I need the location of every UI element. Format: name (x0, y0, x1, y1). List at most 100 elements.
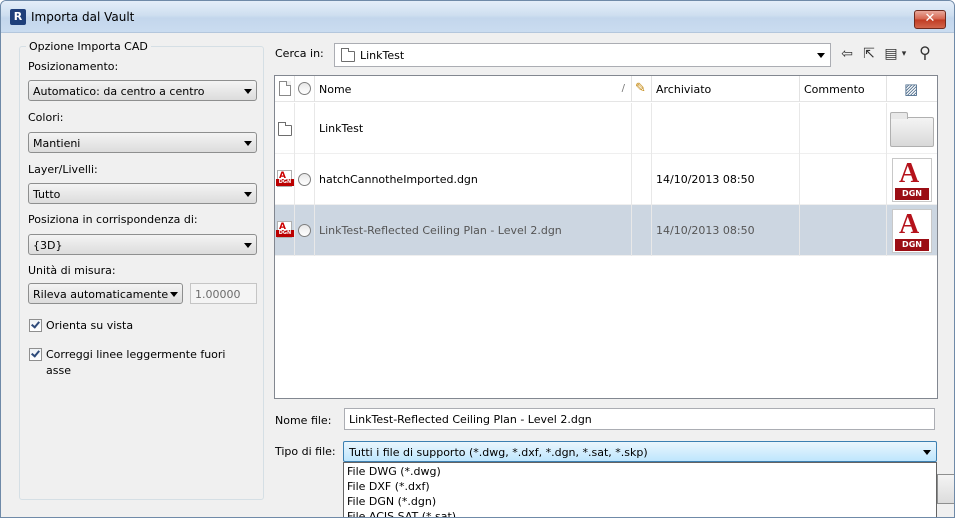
table-row[interactable]: LinkTest (275, 103, 937, 154)
layers-value: Tutto (33, 188, 61, 201)
header-comment[interactable]: Commento (800, 76, 887, 102)
check-icon (31, 319, 40, 329)
look-in-value: LinkTest (360, 49, 405, 62)
folder-icon (278, 122, 292, 136)
binoculars-icon[interactable]: ⚲ (917, 45, 933, 61)
status-circle-icon (298, 173, 311, 186)
file-type-option-dgn[interactable]: File DGN (*.dgn) (347, 494, 436, 509)
window-title: Importa dal Vault (31, 10, 135, 24)
row-archived-cell (652, 103, 800, 154)
views-dropdown-icon[interactable]: ▾ (899, 46, 909, 62)
cad-import-options-group: Opzione Importa CAD Posizionamento: Auto… (19, 40, 264, 500)
colors-label: Colori: (28, 111, 64, 124)
title-bar[interactable]: R Importa dal Vault ✕ (1, 1, 954, 33)
units-label: Unità di misura: (28, 264, 116, 277)
colors-select[interactable]: Mantieni (28, 132, 257, 153)
layers-select[interactable]: Tutto (28, 183, 257, 204)
row-edit-cell (632, 103, 652, 154)
row-name-cell: hatchCannotheImported.dgn (315, 154, 632, 205)
correct-lines-label-cont: asse (46, 364, 71, 377)
details-view-icon[interactable]: ▤ (883, 46, 899, 62)
place-at-select[interactable]: {3D} (28, 234, 257, 255)
header-name-label: Nome (319, 83, 352, 96)
file-name-input[interactable]: LinkTest-Reflected Ceiling Plan - Level … (344, 408, 935, 430)
look-in-select[interactable]: LinkTest (334, 43, 831, 67)
file-name-value: LinkTest-Reflected Ceiling Plan - Level … (349, 413, 592, 426)
file-type-option-dwg[interactable]: File DWG (*.dwg) (347, 464, 441, 479)
row-icon-cell: A DGN (275, 205, 295, 256)
header-thumbnail[interactable]: ▨ (887, 76, 937, 102)
orient-to-view-checkbox[interactable] (29, 319, 42, 332)
header-archived[interactable]: Archiviato (652, 76, 800, 102)
close-button[interactable]: ✕ (914, 10, 946, 29)
scale-value: 1.00000 (195, 288, 241, 301)
revit-app-icon: R (10, 9, 26, 25)
layers-label: Layer/Livelli: (28, 163, 98, 176)
row-archived: 14/10/2013 08:50 (656, 173, 755, 186)
row-name-cell: LinkTest (315, 103, 632, 154)
header-status-col[interactable] (295, 76, 315, 102)
folder-thumbnail-icon (890, 112, 934, 147)
look-in-label: Cerca in: (275, 47, 324, 60)
colors-value: Mantieni (33, 137, 81, 150)
file-type-select[interactable]: Tutti i file di supporto (*.dwg, *.dxf, … (343, 441, 937, 462)
row-name: LinkTest (319, 122, 364, 135)
file-type-option-sat[interactable]: File ACIS SAT (*.sat) (347, 509, 456, 517)
file-type-label: Tipo di file: (275, 445, 336, 458)
folder-icon (341, 48, 355, 62)
document-icon (279, 81, 291, 96)
chevron-down-icon (244, 243, 252, 248)
row-status-cell (295, 154, 315, 205)
row-edit-cell (632, 154, 652, 205)
row-icon-cell: A DGN (275, 154, 295, 205)
table-row[interactable]: A DGN LinkTest-Reflected Ceiling Plan - … (275, 205, 937, 256)
row-name: hatchCannotheImported.dgn (319, 173, 478, 186)
place-at-label: Posiziona in corrispondenza di: (28, 213, 198, 226)
row-status-cell (295, 103, 315, 154)
place-at-value: {3D} (33, 239, 63, 252)
chevron-down-icon (923, 450, 931, 455)
sort-indicator-icon: / (621, 83, 625, 94)
correct-lines-checkbox[interactable] (29, 348, 42, 361)
scale-input: 1.00000 (190, 283, 257, 304)
image-icon: ▨ (904, 80, 919, 98)
header-archived-label: Archiviato (656, 83, 712, 96)
table-row[interactable]: A DGN hatchCannotheImported.dgn 14/10/20… (275, 154, 937, 205)
file-type-dropdown-list[interactable]: File DWG (*.dwg) File DXF (*.dxf) File D… (343, 462, 937, 517)
header-comment-label: Commento (804, 83, 865, 96)
row-comment-cell (800, 205, 887, 256)
units-select[interactable]: Rileva automaticamente (28, 283, 183, 304)
row-icon-cell (275, 103, 295, 154)
dgn-file-icon: A DGN (276, 170, 294, 188)
row-thumbnail-cell (887, 103, 937, 154)
chevron-down-icon (244, 89, 252, 94)
row-comment-cell (800, 154, 887, 205)
positioning-label: Posizionamento: (28, 60, 119, 73)
chevron-down-icon (244, 141, 252, 146)
row-thumbnail-cell: A DGN (887, 154, 937, 205)
correct-lines-label[interactable]: Correggi linee leggermente fuori (46, 347, 226, 362)
row-thumbnail-cell: A DGN (887, 205, 937, 256)
row-status-cell (295, 205, 315, 256)
row-edit-cell (632, 205, 652, 256)
folder-up-icon[interactable]: ⇱ (861, 46, 877, 62)
group-title: Opzione Importa CAD (26, 40, 151, 53)
chevron-down-icon[interactable] (817, 53, 825, 58)
positioning-value: Automatico: da centro a centro (33, 85, 205, 98)
arrow-left-icon[interactable]: ⇦ (839, 46, 855, 62)
row-archived-cell: 14/10/2013 08:50 (652, 154, 800, 205)
partially-hidden-button[interactable] (937, 474, 954, 504)
header-doc-col[interactable] (275, 76, 295, 102)
header-edit-col[interactable]: ✎ (632, 76, 652, 102)
file-list[interactable]: Nome / ✎ Archiviato Commento ▨ LinkTest … (274, 75, 938, 399)
header-name[interactable]: Nome / (315, 76, 632, 102)
status-circle-icon (298, 82, 311, 95)
units-value: Rileva automaticamente (33, 288, 169, 301)
positioning-select[interactable]: Automatico: da centro a centro (28, 80, 257, 101)
file-name-label: Nome file: (275, 414, 332, 427)
check-icon (31, 348, 40, 358)
orient-to-view-label[interactable]: Orienta su vista (46, 318, 133, 333)
row-archived-cell: 14/10/2013 08:50 (652, 205, 800, 256)
dgn-thumbnail-icon: A DGN (892, 158, 932, 202)
file-type-option-dxf[interactable]: File DXF (*.dxf) (347, 479, 430, 494)
